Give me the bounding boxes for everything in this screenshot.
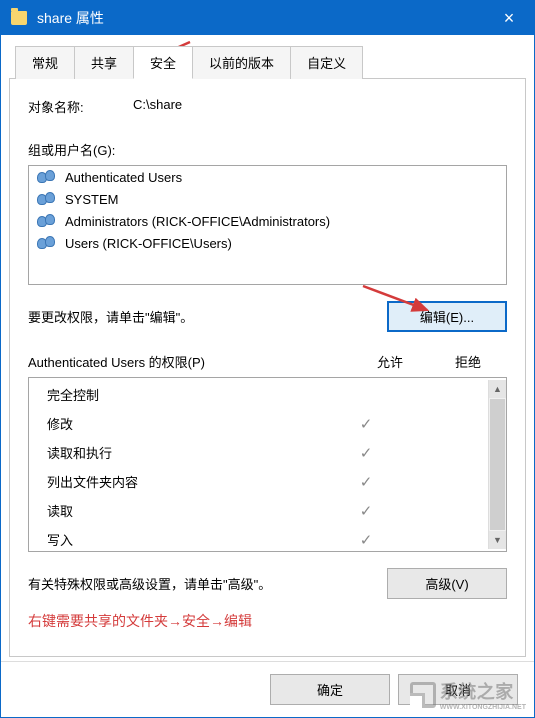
titlebar[interactable]: share 属性 × (1, 1, 534, 35)
list-item[interactable]: Authenticated Users (29, 166, 506, 188)
scrollbar[interactable]: ▲ ▼ (488, 380, 506, 549)
annotation-text: 右键需要共享的文件夹→安全→编辑 (28, 611, 507, 631)
folder-icon (11, 11, 27, 25)
allow-check: ✓ (330, 473, 402, 491)
list-item[interactable]: SYSTEM (29, 188, 506, 210)
permission-row: 列出文件夹内容✓ (29, 467, 488, 496)
scroll-down-button[interactable]: ▼ (489, 531, 506, 549)
permission-row: 完全控制 (29, 380, 488, 409)
tab-strip: 常规 共享 安全 以前的版本 自定义 (9, 45, 526, 79)
groups-label: 组或用户名(G): (28, 140, 507, 159)
tab-general[interactable]: 常规 (15, 46, 75, 79)
principal-name: Users (RICK-OFFICE\Users) (65, 236, 232, 251)
permissions-listbox[interactable]: 完全控制 修改✓ 读取和执行✓ 列出文件夹内容✓ 读取✓ 写入✓ ▲ ▼ (28, 377, 507, 552)
dialog-button-bar: 确定 取消 系统之家 WWW.XITONGZHIJIA.NET (1, 661, 534, 717)
permissions-inner: 完全控制 修改✓ 读取和执行✓ 列出文件夹内容✓ 读取✓ 写入✓ (29, 380, 488, 549)
tab-security[interactable]: 安全 (133, 46, 193, 79)
object-name-label: 对象名称: (28, 97, 133, 116)
object-name-value: C:\share (133, 97, 182, 116)
scroll-thumb[interactable] (490, 399, 505, 530)
deny-column-header: 拒绝 (429, 352, 507, 371)
principal-name: Authenticated Users (65, 170, 182, 185)
group-icon (37, 191, 57, 207)
permissions-title: Authenticated Users 的权限(P) (28, 352, 351, 371)
ok-button[interactable]: 确定 (270, 674, 390, 705)
group-icon (37, 169, 57, 185)
edit-button[interactable]: 编辑(E)... (387, 301, 507, 332)
properties-window: share 属性 × 常规 共享 安全 以前的版本 自定义 对象名称: C:\s… (0, 0, 535, 718)
advanced-row: 有关特殊权限或高级设置，请单击"高级"。 高级(V) (28, 568, 507, 599)
tab-sharing[interactable]: 共享 (74, 46, 134, 79)
allow-check: ✓ (330, 531, 402, 549)
permission-row: 修改✓ (29, 409, 488, 438)
security-panel: 对象名称: C:\share 组或用户名(G): Authenticated U… (9, 79, 526, 657)
permission-row: 写入✓ (29, 525, 488, 549)
edit-hint: 要更改权限，请单击"编辑"。 (28, 307, 387, 326)
principal-name: SYSTEM (65, 192, 118, 207)
allow-check: ✓ (330, 415, 402, 433)
advanced-hint: 有关特殊权限或高级设置，请单击"高级"。 (28, 574, 387, 593)
object-name-row: 对象名称: C:\share (28, 97, 507, 116)
group-icon (37, 213, 57, 229)
cancel-button[interactable]: 取消 (398, 674, 518, 705)
permission-row: 读取和执行✓ (29, 438, 488, 467)
list-item[interactable]: Users (RICK-OFFICE\Users) (29, 232, 506, 254)
advanced-button[interactable]: 高级(V) (387, 568, 507, 599)
scroll-up-button[interactable]: ▲ (489, 380, 506, 398)
tab-customize[interactable]: 自定义 (290, 46, 363, 79)
principals-listbox[interactable]: Authenticated Users SYSTEM Administrator… (28, 165, 507, 285)
tab-previous-versions[interactable]: 以前的版本 (192, 46, 291, 79)
list-item[interactable]: Administrators (RICK-OFFICE\Administrato… (29, 210, 506, 232)
content-area: 常规 共享 安全 以前的版本 自定义 对象名称: C:\share 组或用户名(… (1, 35, 534, 661)
window-title: share 属性 (37, 8, 494, 28)
allow-check: ✓ (330, 444, 402, 462)
edit-row: 要更改权限，请单击"编辑"。 编辑(E)... (28, 301, 507, 332)
permissions-header: Authenticated Users 的权限(P) 允许 拒绝 (28, 352, 507, 371)
allow-check: ✓ (330, 502, 402, 520)
principal-name: Administrators (RICK-OFFICE\Administrato… (65, 214, 330, 229)
allow-column-header: 允许 (351, 352, 429, 371)
permission-row: 读取✓ (29, 496, 488, 525)
close-button[interactable]: × (494, 9, 524, 27)
group-icon (37, 235, 57, 251)
